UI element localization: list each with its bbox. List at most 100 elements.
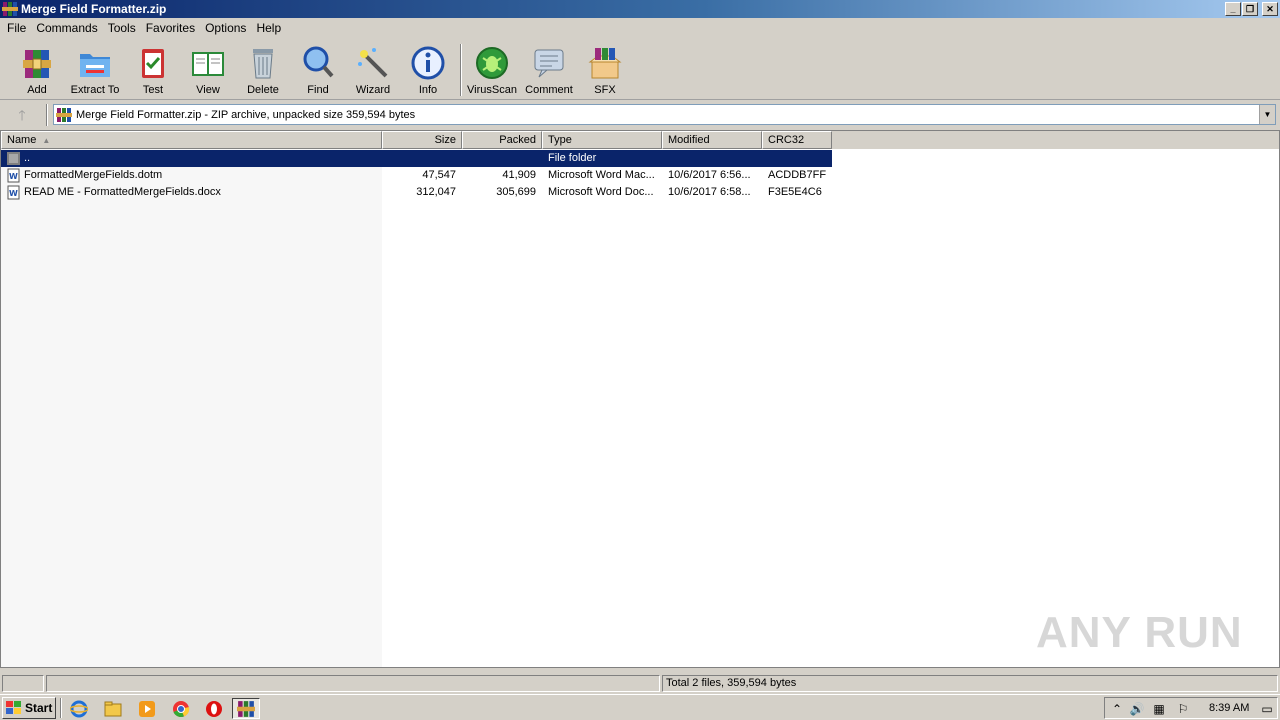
column-header-name[interactable]: Name ▲ [1, 131, 382, 149]
address-bar: 🡑 Merge Field Formatter.zip - ZIP archiv… [0, 101, 1280, 128]
close-button[interactable]: ✕ [1262, 2, 1278, 16]
network-icon[interactable]: ▦ [1151, 701, 1167, 717]
window-title: Merge Field Formatter.zip [21, 2, 167, 16]
start-label: Start [25, 701, 53, 715]
flag-icon[interactable]: ⚐ [1175, 701, 1191, 717]
chevron-up-icon[interactable]: ⌃ [1109, 701, 1125, 717]
drive-key-icon[interactable] [2, 675, 44, 692]
cell-packed: 305,699 [496, 186, 536, 198]
menu-bar: File Commands Tools Favorites Options He… [0, 18, 1280, 38]
column-header-packed[interactable]: Packed [462, 131, 542, 149]
address-field[interactable]: Merge Field Formatter.zip - ZIP archive,… [53, 104, 1276, 125]
comment-button[interactable]: Comment [521, 44, 577, 96]
clipboard-check-icon [142, 49, 164, 78]
archive-add-icon [23, 50, 51, 78]
delete-label: Delete [247, 84, 279, 96]
menu-tools[interactable]: Tools [103, 18, 141, 38]
sfx-button[interactable]: SFX [577, 44, 633, 96]
wizard-button[interactable]: Wizard [345, 44, 401, 96]
cell-type: Microsoft Word Mac... [548, 169, 655, 181]
cell-size: 312,047 [416, 186, 456, 198]
svg-text:W: W [9, 172, 18, 181]
svg-text:W: W [9, 189, 18, 198]
word-document-icon: W [7, 168, 20, 183]
menu-options[interactable]: Options [200, 18, 251, 38]
cell-modified: 10/6/2017 6:58... [668, 186, 751, 198]
menu-help[interactable]: Help [251, 18, 286, 38]
start-button[interactable]: Start [2, 697, 56, 719]
cell-modified [668, 150, 760, 167]
extract-to-button[interactable]: Extract To [67, 44, 123, 96]
add-label: Add [27, 84, 47, 96]
column-header-type[interactable]: Type [542, 131, 662, 149]
up-arrow-icon[interactable]: 🡑 [8, 105, 36, 125]
folder-icon [7, 152, 20, 165]
toolbar-separator [460, 44, 462, 96]
view-label: View [196, 84, 220, 96]
show-desktop-icon[interactable]: ▭ [1259, 701, 1275, 717]
sfx-label: SFX [594, 84, 616, 96]
magnifier-icon [303, 46, 334, 78]
cell-size: 47,547 [422, 169, 456, 181]
volume-icon[interactable]: 🔊 [1129, 701, 1145, 717]
column-header-crc32[interactable]: CRC32 [762, 131, 832, 149]
word-document-icon: W [7, 185, 20, 200]
column-header-modified[interactable]: Modified [662, 131, 762, 149]
extract-to-label: Extract To [70, 84, 120, 96]
bug-scan-icon [476, 47, 508, 79]
restore-button[interactable]: ❐ [1242, 2, 1258, 16]
ie-icon[interactable] [65, 698, 93, 719]
cell-packed: 41,909 [502, 169, 536, 181]
list-row-file[interactable]: W FormattedMergeFields.dotm 47,547 41,90… [1, 167, 832, 184]
delete-button[interactable]: Delete [235, 44, 291, 96]
trash-icon [253, 49, 273, 79]
test-label: Test [142, 84, 164, 96]
file-list: Name ▲ Size Packed Type Modified CRC32 ..… [0, 130, 1280, 668]
virusscan-button[interactable]: VirusScan [464, 44, 520, 96]
list-row-file[interactable]: W READ ME - FormattedMergeFields.docx 31… [1, 184, 832, 201]
test-button[interactable]: Test [125, 44, 181, 96]
cell-name: READ ME - FormattedMergeFields.docx [24, 186, 221, 198]
minimize-button[interactable]: _ [1225, 2, 1241, 16]
sort-up-icon: ▲ [42, 136, 51, 145]
folder-extract-icon [80, 54, 110, 77]
find-button[interactable]: Find [290, 44, 346, 96]
status-panel [46, 675, 660, 692]
opera-icon[interactable] [200, 698, 228, 719]
winrar-icon [2, 2, 18, 16]
cell-type: File folder [548, 152, 597, 164]
menu-commands[interactable]: Commands [31, 18, 102, 38]
comment-icon [534, 49, 564, 78]
view-button[interactable]: View [180, 44, 236, 96]
windows-logo-icon [6, 701, 21, 714]
cell-name: .. [24, 152, 31, 164]
clock[interactable]: 8:39 AM [1209, 698, 1249, 718]
info-label: Info [418, 84, 438, 96]
cell-crc32: ACDDB7FF [768, 169, 827, 181]
cell-crc32: F3E5E4C6 [768, 186, 822, 198]
list-row-parent-folder[interactable]: .. File folder [1, 150, 832, 167]
column-header-size[interactable]: Size [382, 131, 462, 149]
winrar-taskbar-icon[interactable] [232, 698, 260, 719]
info-button[interactable]: Info [400, 44, 456, 96]
address-separator [46, 104, 48, 126]
explorer-folder-icon[interactable] [99, 698, 127, 719]
cell-type: Microsoft Word Doc... [548, 186, 654, 198]
status-total: Total 2 files, 359,594 bytes [662, 675, 1278, 692]
list-header: Name ▲ Size Packed Type Modified CRC32 [1, 131, 1279, 149]
book-icon [192, 52, 224, 76]
media-player-icon[interactable] [133, 698, 161, 719]
add-button[interactable]: Add [9, 44, 65, 96]
menu-favorites[interactable]: Favorites [141, 18, 200, 38]
watermark: ANY RUN [1036, 608, 1243, 657]
menu-file[interactable]: File [2, 18, 31, 38]
system-tray: ⌃ 🔊 ▦ ⚐ 8:39 AM ▭ [1104, 697, 1278, 719]
cell-modified: 10/6/2017 6:56... [668, 169, 751, 181]
chevron-down-icon[interactable]: ▼ [1259, 105, 1275, 124]
taskbar: Start ⌃ 🔊 ▦ ⚐ 8:39 AM ▭ [0, 694, 1280, 720]
wizard-label: Wizard [355, 84, 391, 96]
cell-size [382, 150, 456, 167]
address-text: Merge Field Formatter.zip - ZIP archive,… [76, 108, 416, 121]
chrome-icon[interactable] [167, 698, 195, 719]
title-bar: Merge Field Formatter.zip _ ❐ ✕ [0, 0, 1280, 18]
